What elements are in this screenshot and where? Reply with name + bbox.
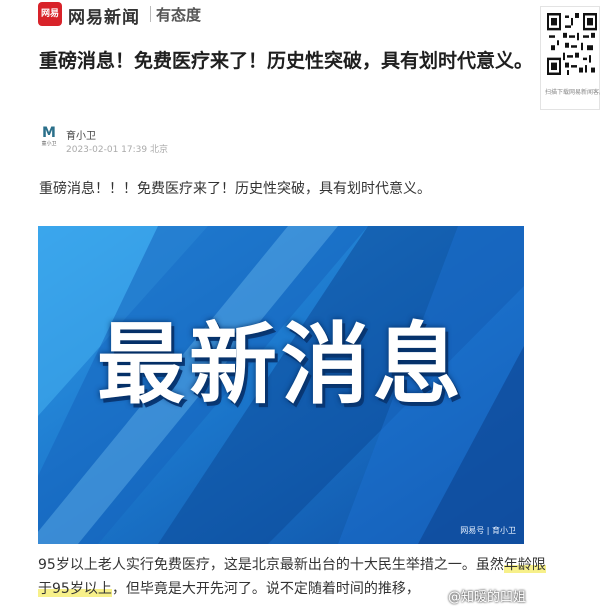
avatar-letter: M xyxy=(42,125,56,141)
body-text-start: 95岁以上老人实行免费医疗，这是北京最新出台的十大民生举措之一。虽然 xyxy=(38,557,504,573)
author-name[interactable]: 育小卫 xyxy=(66,127,96,142)
brand-divider xyxy=(150,6,151,22)
article-title: 重磅消息！免费医疗来了！历史性突破，具有划时代意义。 xyxy=(39,50,534,72)
publish-time: 2023-02-01 17:39 北京 xyxy=(66,145,168,155)
watermark: @知暖的凹姐 xyxy=(448,590,527,605)
qr-code-icon xyxy=(547,13,597,75)
hero-headline: 最新消息 xyxy=(96,313,465,416)
author-avatar[interactable]: M 童小卫 xyxy=(40,125,58,147)
article-lead: 重磅消息！！！免费医疗来了！历史性突破，具有划时代意义。 xyxy=(39,181,431,197)
brand-slogan: 有态度 xyxy=(156,6,202,24)
qr-caption: 扫描下载网易新闻客户端 xyxy=(545,89,600,96)
qr-code-panel: 扫描下载网易新闻客户端 xyxy=(540,6,600,110)
body-text-end: ，但毕竟是大开先河了。说不定随着时间的推移， xyxy=(111,581,420,597)
hero-credit: 网易号 | 育小卫 xyxy=(460,526,516,535)
netease-logo-icon[interactable]: 网易 xyxy=(38,2,62,26)
header: 网易 网易新闻 有态度 xyxy=(0,0,600,36)
avatar-sub-label: 童小卫 xyxy=(41,141,57,147)
brand-name[interactable]: 网易新闻 xyxy=(68,3,140,28)
hero-image: 最新消息 网易号 | 育小卫 xyxy=(38,226,524,544)
